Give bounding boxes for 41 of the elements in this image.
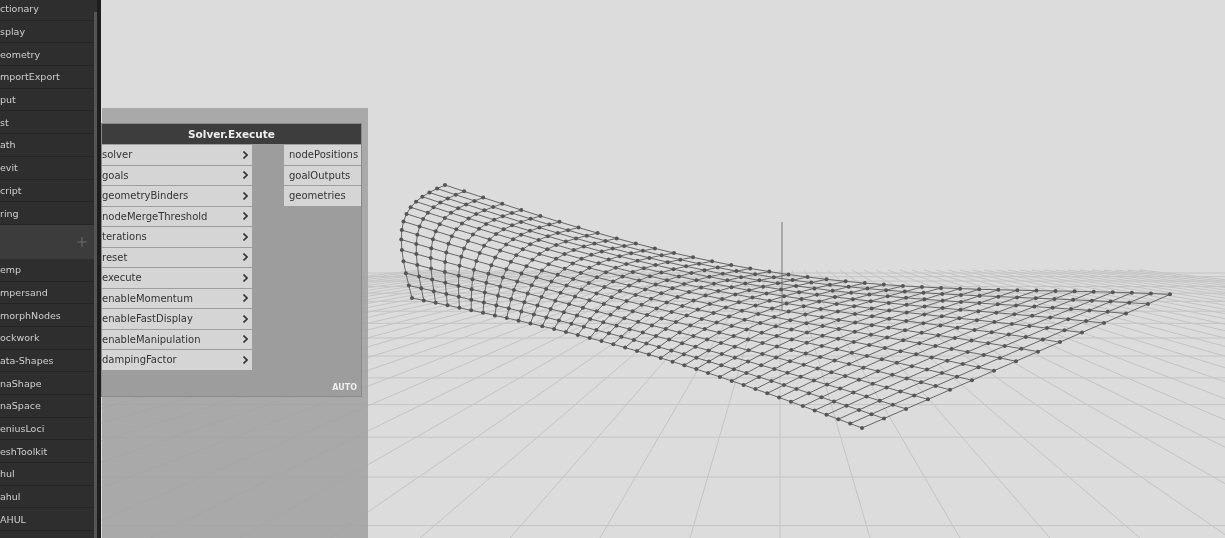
chevron-icon: [243, 171, 248, 180]
output-port[interactable]: geometries: [284, 186, 361, 206]
port-label: terations: [102, 231, 147, 243]
chevron-icon: [243, 150, 248, 159]
input-port[interactable]: nodeMergeThreshold: [102, 206, 252, 226]
chevron-icon: [243, 335, 248, 344]
chevron-icon: [243, 253, 248, 262]
chevron-icon: [243, 355, 248, 364]
chevron-icon: [243, 294, 248, 303]
port-label: geometryBinders: [102, 190, 189, 202]
node-title: Solver.Execute: [102, 124, 361, 144]
input-port[interactable]: enableManipulation: [102, 329, 252, 349]
port-label: solver: [102, 149, 133, 161]
chevron-icon: [243, 191, 248, 200]
lacing-label: AUTO: [332, 382, 357, 392]
node-card[interactable]: Solver.Execute solver goals geometryBinders nodeMergeThreshold terations reset execute enableMomentum enableFastDisplay enableManipulation dampingFactor nodePositions goalOutputs geometries AUTO: [101, 123, 362, 397]
chevron-icon: [243, 212, 248, 221]
port-label: nodeMergeThreshold: [102, 210, 208, 222]
chevron-icon: [243, 232, 248, 241]
chevron-icon: [243, 314, 248, 323]
output-port[interactable]: goalOutputs: [284, 165, 361, 185]
port-label: goals: [102, 169, 129, 181]
input-port[interactable]: dampingFactor: [102, 350, 252, 370]
port-label: execute: [102, 272, 142, 284]
port-label: enableMomentum: [102, 292, 193, 304]
chevron-icon: [243, 273, 248, 282]
input-port[interactable]: enableMomentum: [102, 288, 252, 308]
scrollbar[interactable]: [94, 12, 97, 538]
port-label: dampingFactor: [102, 354, 177, 366]
output-port[interactable]: nodePositions: [284, 145, 361, 165]
port-label: enableManipulation: [102, 333, 201, 345]
input-port[interactable]: goals: [102, 165, 252, 185]
input-port[interactable]: terations: [102, 227, 252, 247]
input-port[interactable]: reset: [102, 247, 252, 267]
port-label: reset: [102, 251, 128, 263]
input-port[interactable]: execute: [102, 268, 252, 288]
add-icon[interactable]: [77, 236, 87, 247]
input-port[interactable]: geometryBinders: [102, 186, 252, 206]
input-port[interactable]: enableFastDisplay: [102, 309, 252, 329]
port-label: enableFastDisplay: [102, 313, 193, 325]
input-port[interactable]: solver: [102, 145, 252, 165]
